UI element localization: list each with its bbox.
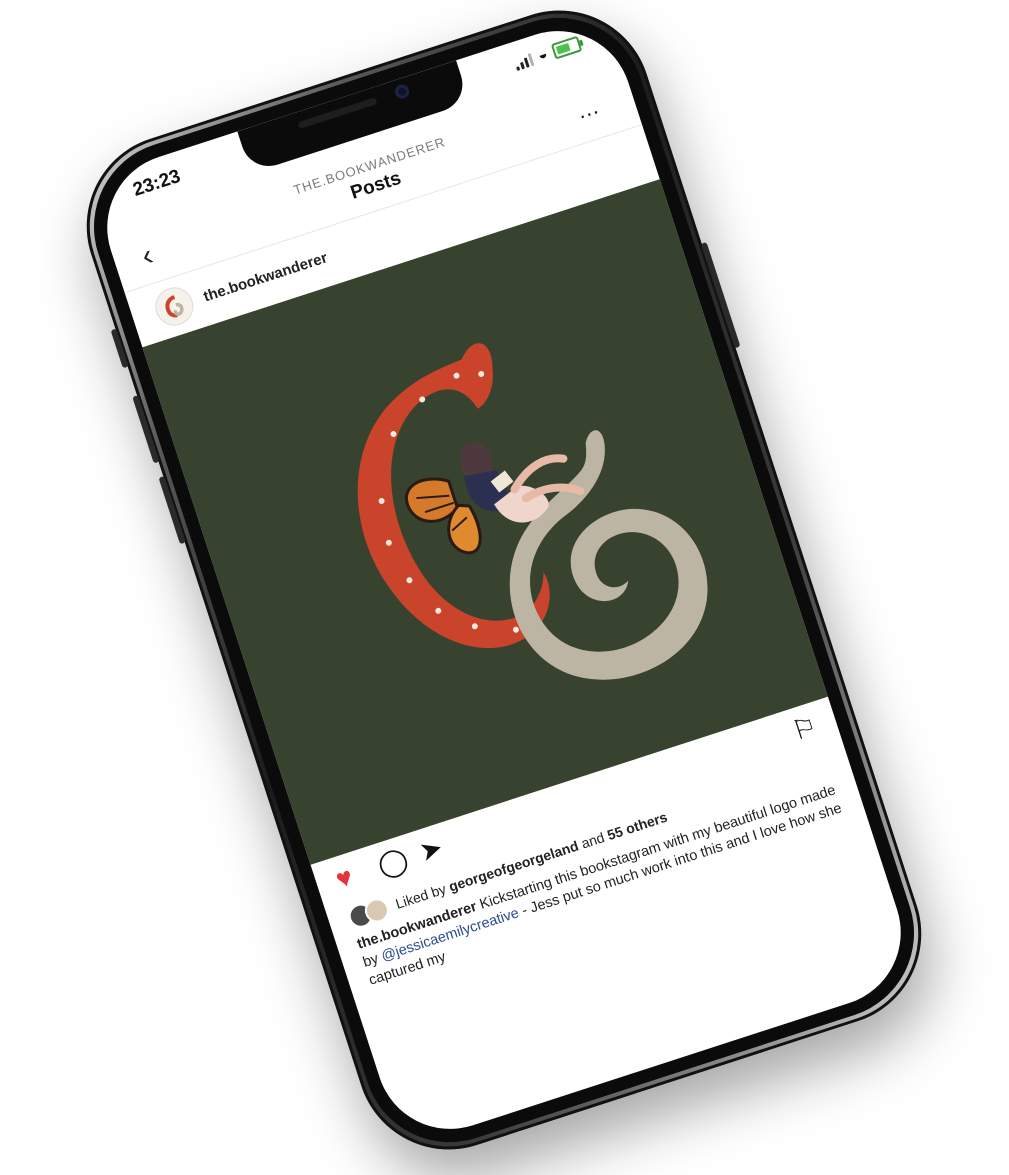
avatar[interactable] bbox=[150, 282, 199, 331]
wifi-icon: ◒ bbox=[535, 45, 550, 65]
camera-icon bbox=[393, 82, 411, 101]
comment-icon[interactable]: ◯ bbox=[374, 843, 412, 881]
avatar-logo-icon bbox=[165, 295, 184, 318]
likes-conjunction: and bbox=[579, 829, 607, 852]
status-time: 23:23 bbox=[130, 165, 184, 201]
send-icon[interactable]: ➤ bbox=[416, 832, 447, 868]
status-icons: ◒ bbox=[513, 35, 583, 72]
phone-mockup: 23:23 ◒ ‹ THE.BOOKWANDERER Posts … the.b… bbox=[62, 0, 946, 1174]
heart-icon[interactable]: ♥ bbox=[332, 861, 357, 894]
battery-charging-icon bbox=[550, 35, 583, 60]
bookmark-icon[interactable]: ⚐ bbox=[788, 710, 820, 746]
signal-icon bbox=[513, 52, 535, 71]
